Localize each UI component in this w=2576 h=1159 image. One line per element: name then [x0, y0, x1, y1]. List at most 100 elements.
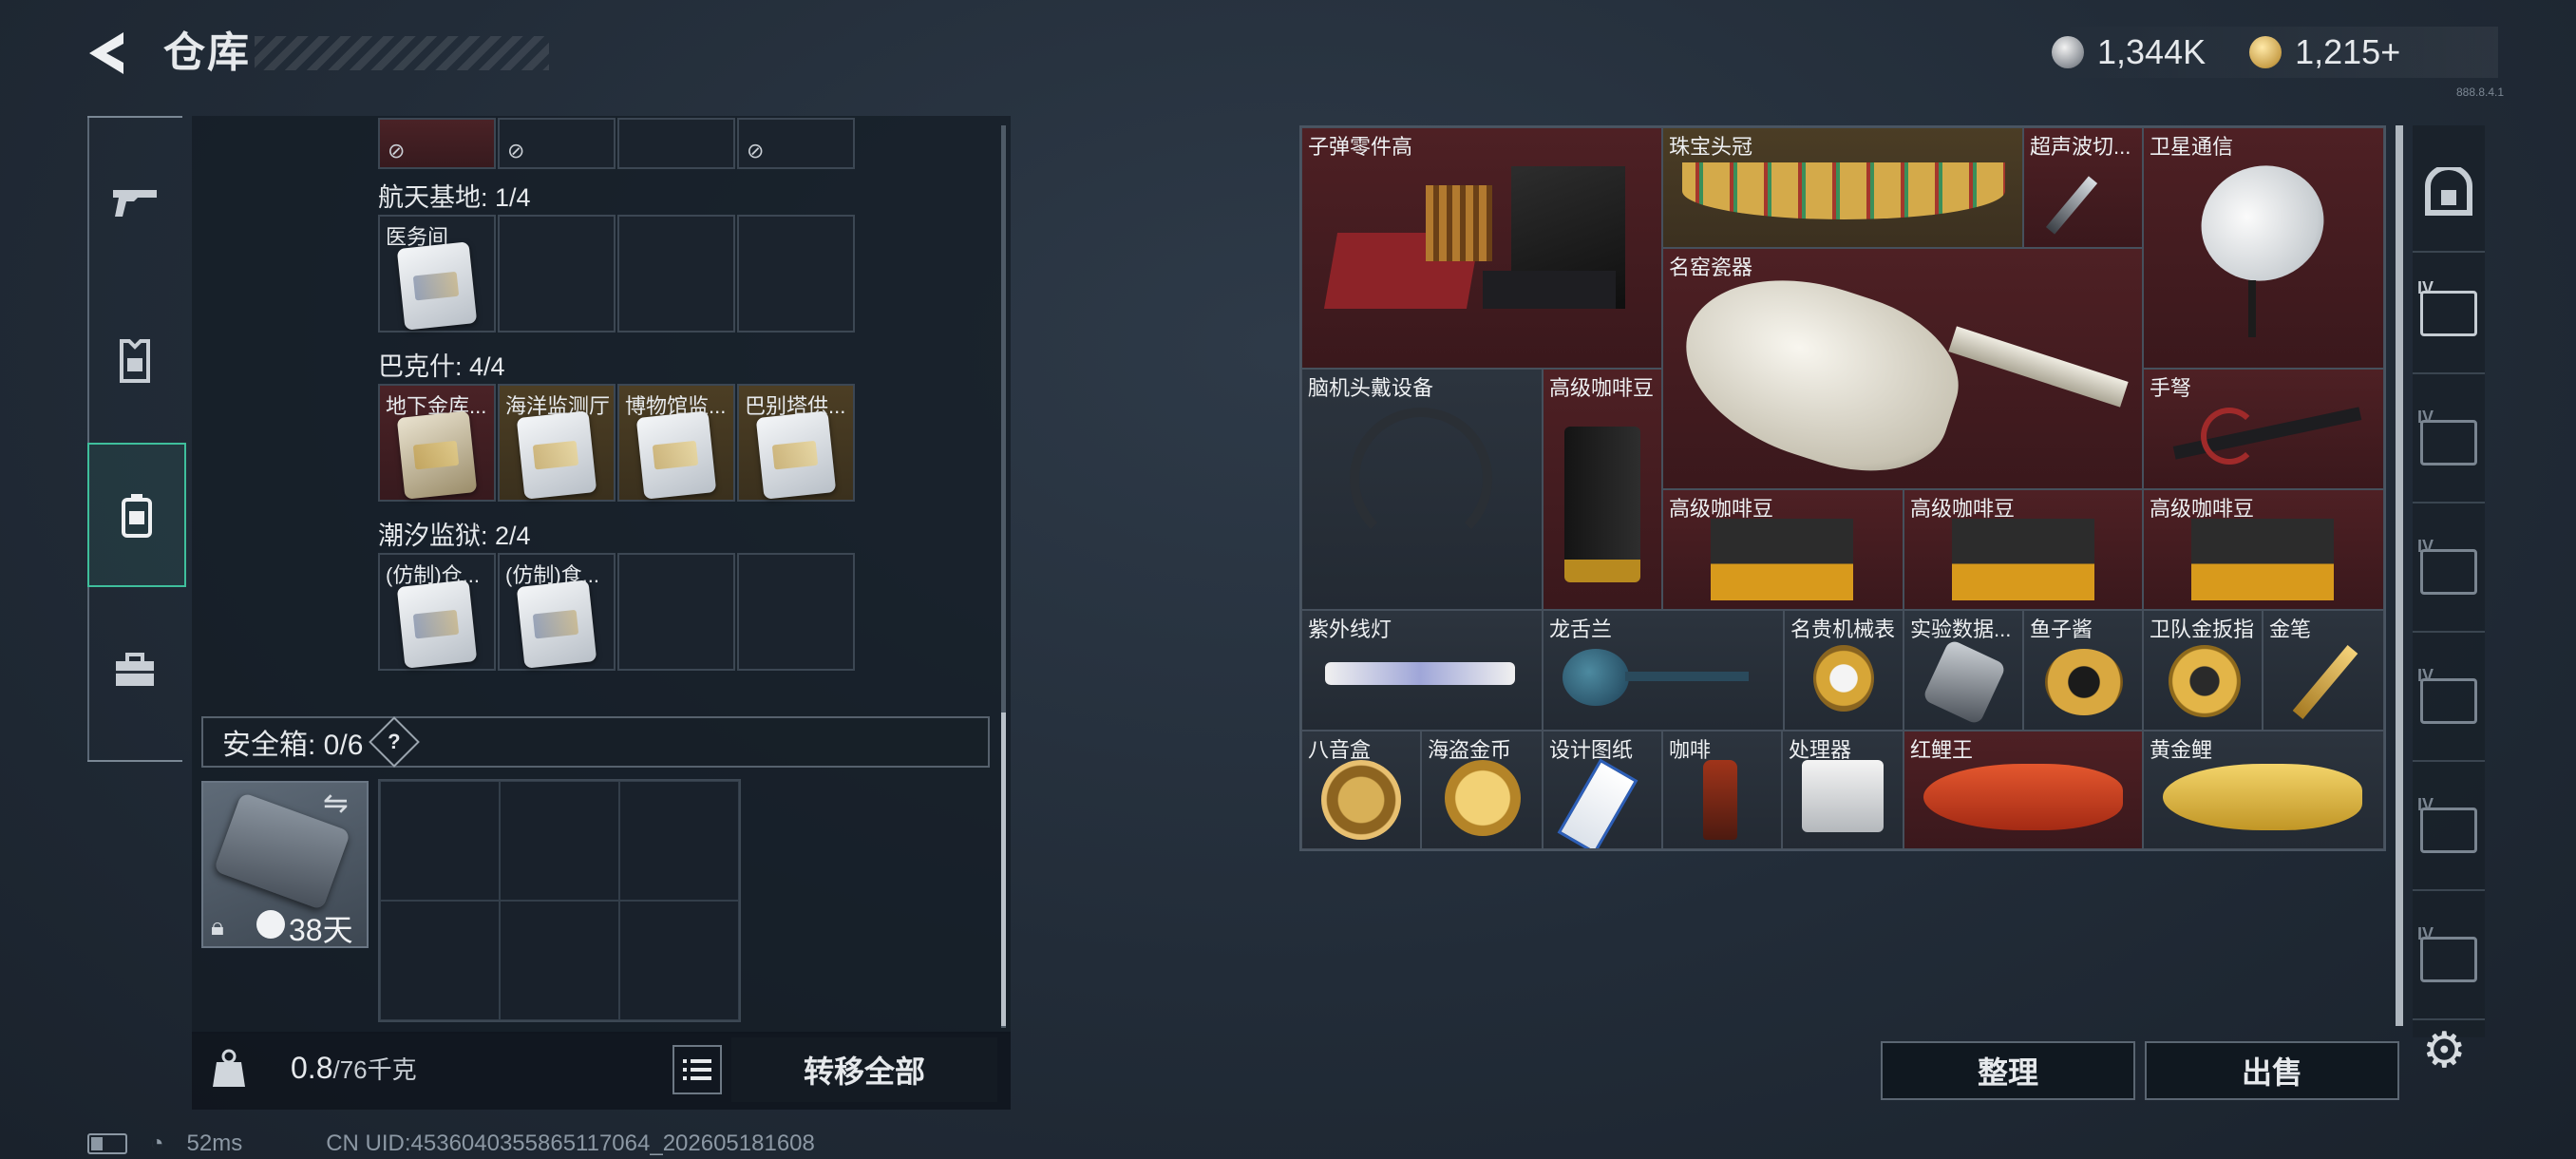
weight-max: /76千克 — [332, 1055, 417, 1084]
swap-icon[interactable]: ⇋ — [323, 785, 349, 821]
blueprint-image — [1557, 758, 1638, 848]
stash-box-icon: IV — [2417, 278, 2477, 336]
tab-weapons[interactable] — [87, 131, 182, 272]
stash-item[interactable]: 珠宝头冠 — [1662, 127, 2023, 248]
bottle-neck-image — [1625, 672, 1749, 681]
tequila-bottle-image — [1563, 649, 1629, 706]
settings-gear-icon[interactable]: ⚙ — [2422, 1022, 2467, 1079]
stash-item[interactable]: 手弩 — [2143, 369, 2384, 489]
stash-item[interactable]: 海盗金币 — [1421, 731, 1543, 849]
back-arrow-icon — [89, 32, 123, 74]
stash-item[interactable]: 咖啡 — [1662, 731, 1782, 849]
header-stripe-decoration — [255, 36, 549, 70]
stash-item[interactable]: 子弹零件高 — [1301, 127, 1662, 369]
gold-ring-image — [2169, 645, 2241, 717]
coffee-box-image — [2191, 519, 2334, 600]
sort-button[interactable]: 整理 — [1881, 1041, 2135, 1100]
stash-item[interactable]: 高级咖啡豆 — [1662, 489, 1904, 610]
grid-cell[interactable]: ⊘ — [378, 118, 496, 169]
stash-item[interactable]: 处理器 — [1782, 731, 1904, 849]
item-label: 设计图纸 — [1549, 738, 1634, 762]
vase-neck-image — [1948, 326, 2129, 408]
stash-item[interactable]: 龙舌兰 — [1543, 610, 1784, 731]
stash-item[interactable]: 紫外线灯 — [1301, 610, 1543, 731]
stash-item[interactable]: 超声波切... — [2023, 127, 2143, 248]
grid-cell[interactable]: ⊘ — [498, 118, 616, 169]
access-card-image — [755, 410, 837, 500]
stash-scrollbar-thumb[interactable] — [2396, 125, 2403, 1026]
stash-item[interactable]: 高级咖啡豆 — [2143, 489, 2384, 610]
coffee-bottle-image — [1703, 760, 1737, 840]
list-icon — [683, 1059, 711, 1080]
watch-image — [1813, 645, 1874, 712]
tab-stash-iv-add[interactable]: IV — [2413, 642, 2485, 762]
stash-item[interactable]: 脑机头戴设备 — [1301, 369, 1543, 610]
key-card-cell[interactable]: (仿制)仓... — [378, 553, 496, 671]
list-view-button[interactable] — [672, 1045, 722, 1094]
help-button[interactable]: ? — [369, 716, 421, 768]
safe-slot[interactable] — [619, 901, 739, 1020]
tab-stash-iv-2[interactable]: IV — [2413, 384, 2485, 504]
version-text: 888.8.4.1 — [2456, 86, 2505, 99]
stash-item[interactable]: 实验数据... — [1904, 610, 2023, 731]
caviar-tin-image — [2045, 649, 2123, 715]
safe-slot[interactable] — [500, 781, 619, 901]
safe-slot[interactable] — [500, 901, 619, 1020]
key-card-cell[interactable]: 地下金库... — [378, 384, 496, 502]
music-box-image — [1321, 760, 1401, 840]
back-button[interactable] — [84, 27, 137, 80]
sell-button[interactable]: 出售 — [2145, 1041, 2399, 1100]
stash-item[interactable]: 卫队金扳指 — [2143, 610, 2263, 731]
tab-stash-iv-1[interactable]: IV — [2413, 255, 2485, 374]
key-card-cell[interactable]: (仿制)食... — [498, 553, 616, 671]
stash-item[interactable]: 鱼子酱 — [2023, 610, 2143, 731]
key-card-cell[interactable]: 医务间 — [378, 215, 496, 332]
empty-cell[interactable] — [617, 553, 735, 671]
empty-cell[interactable] — [617, 215, 735, 332]
empty-cell[interactable] — [737, 215, 855, 332]
gold-pen-image — [2292, 645, 2358, 719]
safe-slot[interactable] — [380, 781, 500, 901]
backpack-icon — [122, 494, 152, 538]
tab-stash-iv-5[interactable]: IV — [2413, 901, 2485, 1020]
container-list-scrollbar-thumb[interactable] — [1001, 712, 1006, 1026]
stash-item[interactable]: 红鲤王 — [1904, 731, 2143, 849]
tab-stash-iv-4[interactable]: IV — [2413, 771, 2485, 891]
safe-slot[interactable] — [380, 901, 500, 1020]
key-card-cell[interactable]: 巴别塔供... — [737, 384, 855, 502]
access-card-image — [516, 410, 597, 500]
safe-slot[interactable] — [619, 781, 739, 901]
tab-armor[interactable] — [87, 291, 182, 431]
stash-item[interactable]: 高级咖啡豆 — [1543, 369, 1662, 610]
stash-item[interactable]: 名窑瓷器 — [1662, 248, 2143, 489]
gun-icon — [113, 190, 157, 217]
stash-item[interactable]: 金笔 — [2263, 610, 2384, 731]
item-label: 高级咖啡豆 — [1669, 497, 1774, 521]
grid-cell[interactable] — [617, 118, 735, 169]
empty-cell[interactable] — [737, 553, 855, 671]
key-card-cell[interactable]: 海洋监测厅 — [498, 384, 616, 502]
silver-currency-value: 1,344K — [2097, 32, 2207, 71]
stash-item[interactable]: 高级咖啡豆 — [1904, 489, 2143, 610]
key-card-cell[interactable]: 博物馆监... — [617, 384, 735, 502]
stash-item[interactable]: 卫星通信 — [2143, 127, 2384, 369]
transfer-all-button[interactable]: 转移全部 — [731, 1037, 997, 1102]
tab-main-stash[interactable] — [2413, 133, 2485, 253]
stash-item[interactable]: 名贵机械表 — [1784, 610, 1904, 731]
empty-cell[interactable] — [498, 215, 616, 332]
tab-stash-iv-3[interactable]: IV — [2413, 513, 2485, 633]
stash-item[interactable]: 八音盒 — [1301, 731, 1421, 849]
item-label: 高级咖啡豆 — [1549, 376, 1655, 400]
stash-item[interactable]: 黄金鲤 — [2143, 731, 2384, 849]
tab-backpack[interactable] — [87, 443, 186, 587]
weight-icon — [211, 1049, 247, 1089]
item-label: 名窑瓷器 — [1669, 256, 1753, 279]
section-grid-row: 医务间 — [378, 215, 857, 332]
item-label: 鱼子酱 — [2030, 618, 2093, 641]
access-card-image — [396, 241, 478, 331]
armor-icon — [120, 339, 150, 383]
item-label: 脑机头戴设备 — [1308, 376, 1434, 400]
grid-cell[interactable]: ⊘ — [737, 118, 855, 169]
stash-item[interactable]: 设计图纸 — [1543, 731, 1662, 849]
tab-supplies[interactable] — [87, 600, 182, 741]
